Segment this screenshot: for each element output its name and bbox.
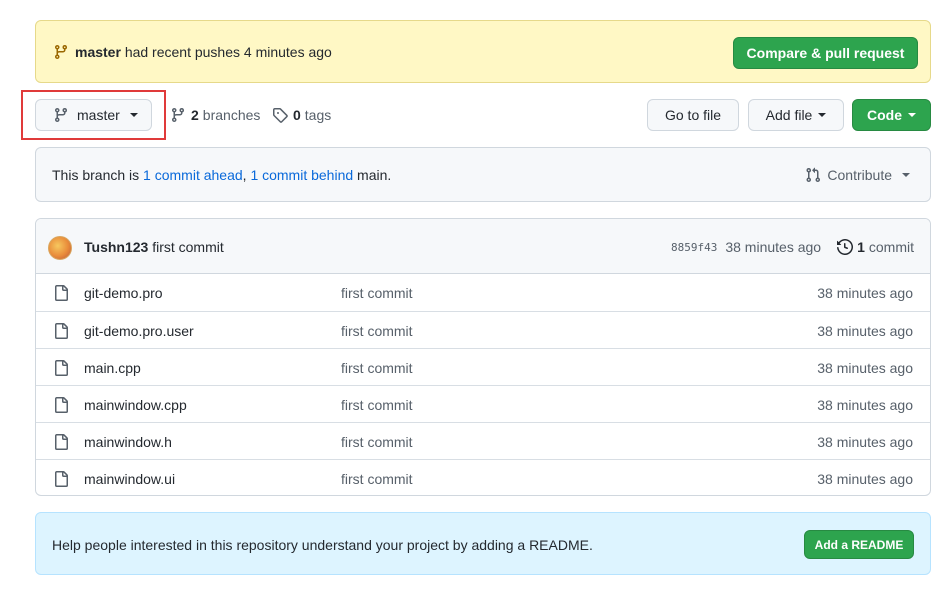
file-commit-message[interactable]: first commit	[341, 323, 413, 339]
file-icon	[53, 360, 69, 376]
tags-link[interactable]: 0 tags	[272, 107, 331, 123]
readme-banner: Help people interested in this repositor…	[35, 512, 931, 575]
file-commit-age: 38 minutes ago	[817, 434, 913, 450]
branch-selector-label: master	[77, 107, 120, 123]
commits-ahead-link[interactable]: 1 commit ahead	[143, 167, 243, 183]
commit-count-label: commit	[868, 239, 914, 255]
file-commit-message[interactable]: first commit	[341, 285, 413, 301]
file-list: Tushn123 first commit 8859f43 38 minutes…	[35, 218, 931, 496]
code-label: Code	[867, 107, 902, 123]
git-branch-icon	[170, 107, 186, 123]
contribute-dropdown[interactable]: Contribute	[805, 167, 910, 183]
caret-down-icon	[129, 113, 138, 117]
file-icon	[53, 285, 69, 301]
branch-compare-bar: This branch is 1 commit ahead, 1 commit …	[35, 147, 931, 202]
caret-down-icon	[818, 113, 827, 117]
file-commit-message[interactable]: first commit	[341, 397, 413, 413]
caret-down-icon	[908, 113, 916, 117]
file-row[interactable]: mainwindow.ui first commit 38 minutes ago	[36, 459, 930, 495]
go-to-file-label: Go to file	[664, 107, 722, 123]
branch-status-text: This branch is 1 commit ahead, 1 commit …	[52, 167, 392, 183]
commit-summary: Tushn123 first commit	[84, 239, 224, 255]
file-commit-message[interactable]: first commit	[341, 360, 413, 376]
file-icon	[53, 434, 69, 450]
commit-author[interactable]: Tushn123	[84, 239, 148, 255]
avatar[interactable]	[48, 236, 72, 260]
tags-count: 0	[293, 107, 301, 123]
tag-icon	[272, 107, 288, 123]
file-commit-message[interactable]: first commit	[341, 471, 413, 487]
file-name-link[interactable]: mainwindow.h	[84, 434, 172, 450]
file-name-link[interactable]: git-demo.pro	[84, 285, 163, 301]
file-commit-message[interactable]: first commit	[341, 434, 413, 450]
contribute-label: Contribute	[827, 167, 892, 183]
recent-push-text: master had recent pushes 4 minutes ago	[75, 44, 332, 60]
file-row[interactable]: git-demo.pro.user first commit 38 minutes …	[36, 311, 930, 348]
file-commit-age: 38 minutes ago	[817, 285, 913, 301]
code-button[interactable]: Code	[852, 99, 931, 131]
recent-push-banner: master had recent pushes 4 minutes ago C…	[35, 20, 931, 83]
commit-count: 1	[857, 239, 865, 255]
pushed-branch-name[interactable]: master	[75, 44, 121, 60]
history-icon	[837, 239, 854, 255]
git-branch-icon	[53, 44, 69, 60]
file-icon	[53, 397, 69, 413]
file-icon	[53, 323, 69, 339]
commit-meta: 8859f43 38 minutes ago 1 commit	[671, 239, 914, 255]
file-row[interactable]: git-demo.pro first commit 38 minutes ago	[36, 274, 930, 311]
go-to-file-button[interactable]: Go to file	[647, 99, 739, 131]
add-file-label: Add file	[765, 107, 813, 123]
pull-request-icon	[805, 167, 821, 183]
file-commit-age: 38 minutes ago	[817, 471, 913, 487]
branch-selector-button[interactable]: master	[35, 99, 152, 131]
commit-age: 38 minutes ago	[725, 239, 822, 255]
branches-label: branches	[202, 107, 261, 123]
commit-history-link[interactable]: 1 commit	[837, 239, 914, 255]
add-file-button[interactable]: Add file	[748, 99, 844, 131]
compare-pull-request-button[interactable]: Compare & pull request	[733, 37, 918, 69]
commits-behind-link[interactable]: 1 commit behind	[250, 167, 353, 183]
add-readme-button[interactable]: Add a README	[804, 530, 914, 559]
file-name-link[interactable]: git-demo.pro.user	[84, 323, 194, 339]
file-name-link[interactable]: mainwindow.ui	[84, 471, 175, 487]
file-row[interactable]: main.cpp first commit 38 minutes ago	[36, 348, 930, 385]
file-icon	[53, 471, 69, 487]
caret-down-icon	[902, 173, 910, 177]
latest-commit-header: Tushn123 first commit 8859f43 38 minutes…	[36, 219, 930, 274]
file-row[interactable]: mainwindow.h first commit 38 minutes ago	[36, 422, 930, 459]
branches-count: 2	[191, 107, 199, 123]
commit-sha[interactable]: 8859f43	[671, 241, 717, 254]
file-commit-age: 38 minutes ago	[817, 397, 913, 413]
git-branch-icon	[53, 107, 69, 123]
file-name-link[interactable]: mainwindow.cpp	[84, 397, 187, 413]
file-name-link[interactable]: main.cpp	[84, 360, 141, 376]
readme-prompt-text: Help people interested in this repositor…	[52, 537, 593, 553]
tags-label: tags	[304, 107, 332, 123]
commit-message[interactable]: first commit	[152, 239, 224, 255]
file-row[interactable]: mainwindow.cpp first commit 38 minutes ago	[36, 385, 930, 422]
branches-link[interactable]: 2 branches	[170, 107, 260, 123]
file-rows: git-demo.pro first commit 38 minutes ago gi…	[36, 274, 930, 495]
file-commit-age: 38 minutes ago	[817, 360, 913, 376]
file-commit-age: 38 minutes ago	[817, 323, 913, 339]
